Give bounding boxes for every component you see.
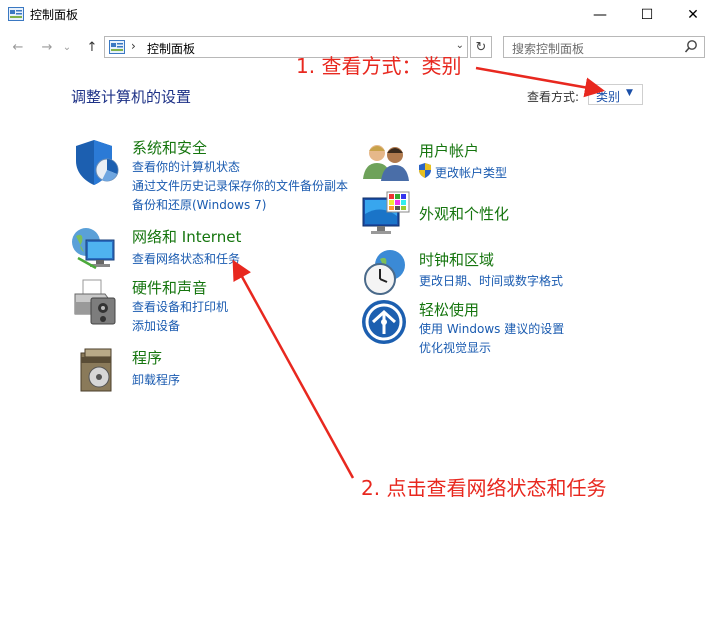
up-arrow-icon: ↑ (86, 39, 98, 55)
control-panel-icon (8, 7, 24, 21)
category-clock-region[interactable]: 时钟和区域 (419, 249, 494, 270)
appearance-icon (362, 191, 410, 234)
users-icon (363, 145, 409, 181)
link-optimize-visual[interactable]: 优化视觉显示 (419, 339, 491, 356)
refresh-icon: ↻ (475, 39, 487, 55)
view-by-dropdown[interactable]: 类别 ▼ (588, 84, 643, 105)
category-programs[interactable]: 程序 (132, 347, 162, 368)
recent-locations-button[interactable]: ⌄ (60, 37, 74, 57)
link-backup-restore[interactable]: 备份和还原(Windows 7) (132, 196, 266, 213)
up-button[interactable]: ↑ (82, 37, 102, 57)
search-box[interactable]: 搜索控制面板 (503, 36, 705, 58)
forward-button[interactable]: → (37, 37, 57, 57)
view-by-label: 查看方式: (527, 90, 580, 104)
maximize-icon: ☐ (640, 7, 654, 23)
shield-icon (76, 140, 119, 185)
link-change-date-time[interactable]: 更改日期、时间或数字格式 (419, 272, 563, 289)
back-button[interactable]: ← (8, 37, 28, 57)
page-title: 调整计算机的设置 (71, 88, 192, 106)
breadcrumb-control-panel[interactable]: 控制面板 (147, 40, 195, 57)
breadcrumb-separator: › (131, 39, 136, 53)
category-system-security[interactable]: 系统和安全 (132, 137, 207, 158)
forward-arrow-icon: → (41, 39, 53, 55)
link-view-network-status[interactable]: 查看网络状态和任务 (132, 250, 240, 267)
link-file-history[interactable]: 通过文件历史记录保存你的文件备份副本 (132, 177, 348, 194)
arrow-to-view-by (475, 66, 605, 98)
link-change-account-type[interactable]: 更改帐户类型 (435, 164, 507, 181)
printer-icon (74, 279, 116, 325)
search-input[interactable]: 搜索控制面板 (512, 40, 584, 57)
link-devices-printers[interactable]: 查看设备和打印机 (132, 298, 228, 315)
close-button[interactable]: ✕ (670, 0, 716, 30)
close-icon: ✕ (687, 7, 699, 23)
link-add-device[interactable]: 添加设备 (132, 317, 180, 334)
programs-icon (80, 348, 112, 392)
control-panel-icon (109, 40, 125, 54)
back-arrow-icon: ← (12, 39, 24, 55)
link-view-computer-status[interactable]: 查看你的计算机状态 (132, 158, 240, 175)
minimize-icon: — (593, 7, 607, 23)
refresh-button[interactable]: ↻ (470, 36, 492, 58)
ease-of-access-icon (362, 300, 406, 344)
network-icon (72, 228, 115, 270)
category-hardware-sound[interactable]: 硬件和声音 (132, 277, 207, 298)
category-ease-of-access[interactable]: 轻松使用 (419, 299, 479, 320)
annotation-step1: 1. 查看方式：类别 (296, 54, 462, 78)
clock-icon (364, 250, 405, 295)
search-icon[interactable] (684, 39, 698, 55)
view-by-value: 类别 (596, 90, 621, 104)
window-title: 控制面板 (30, 8, 79, 22)
category-user-accounts[interactable]: 用户帐户 (419, 140, 479, 161)
maximize-button[interactable]: ☐ (624, 0, 670, 30)
annotation-step2: 2. 点击查看网络状态和任务 (361, 476, 607, 500)
chevron-down-icon: ⌄ (62, 41, 72, 53)
uac-shield-icon (419, 163, 431, 178)
arrow-to-network-link (232, 259, 355, 479)
minimize-button[interactable]: — (577, 0, 623, 30)
title-bar: 控制面板 — ☐ ✕ (0, 0, 716, 30)
triangle-down-icon: ▼ (626, 88, 633, 98)
category-appearance[interactable]: 外观和个性化 (419, 203, 509, 224)
link-recommended-settings[interactable]: 使用 Windows 建议的设置 (419, 320, 564, 337)
category-network-internet[interactable]: 网络和 Internet (132, 226, 241, 247)
link-uninstall-program[interactable]: 卸载程序 (132, 371, 180, 388)
